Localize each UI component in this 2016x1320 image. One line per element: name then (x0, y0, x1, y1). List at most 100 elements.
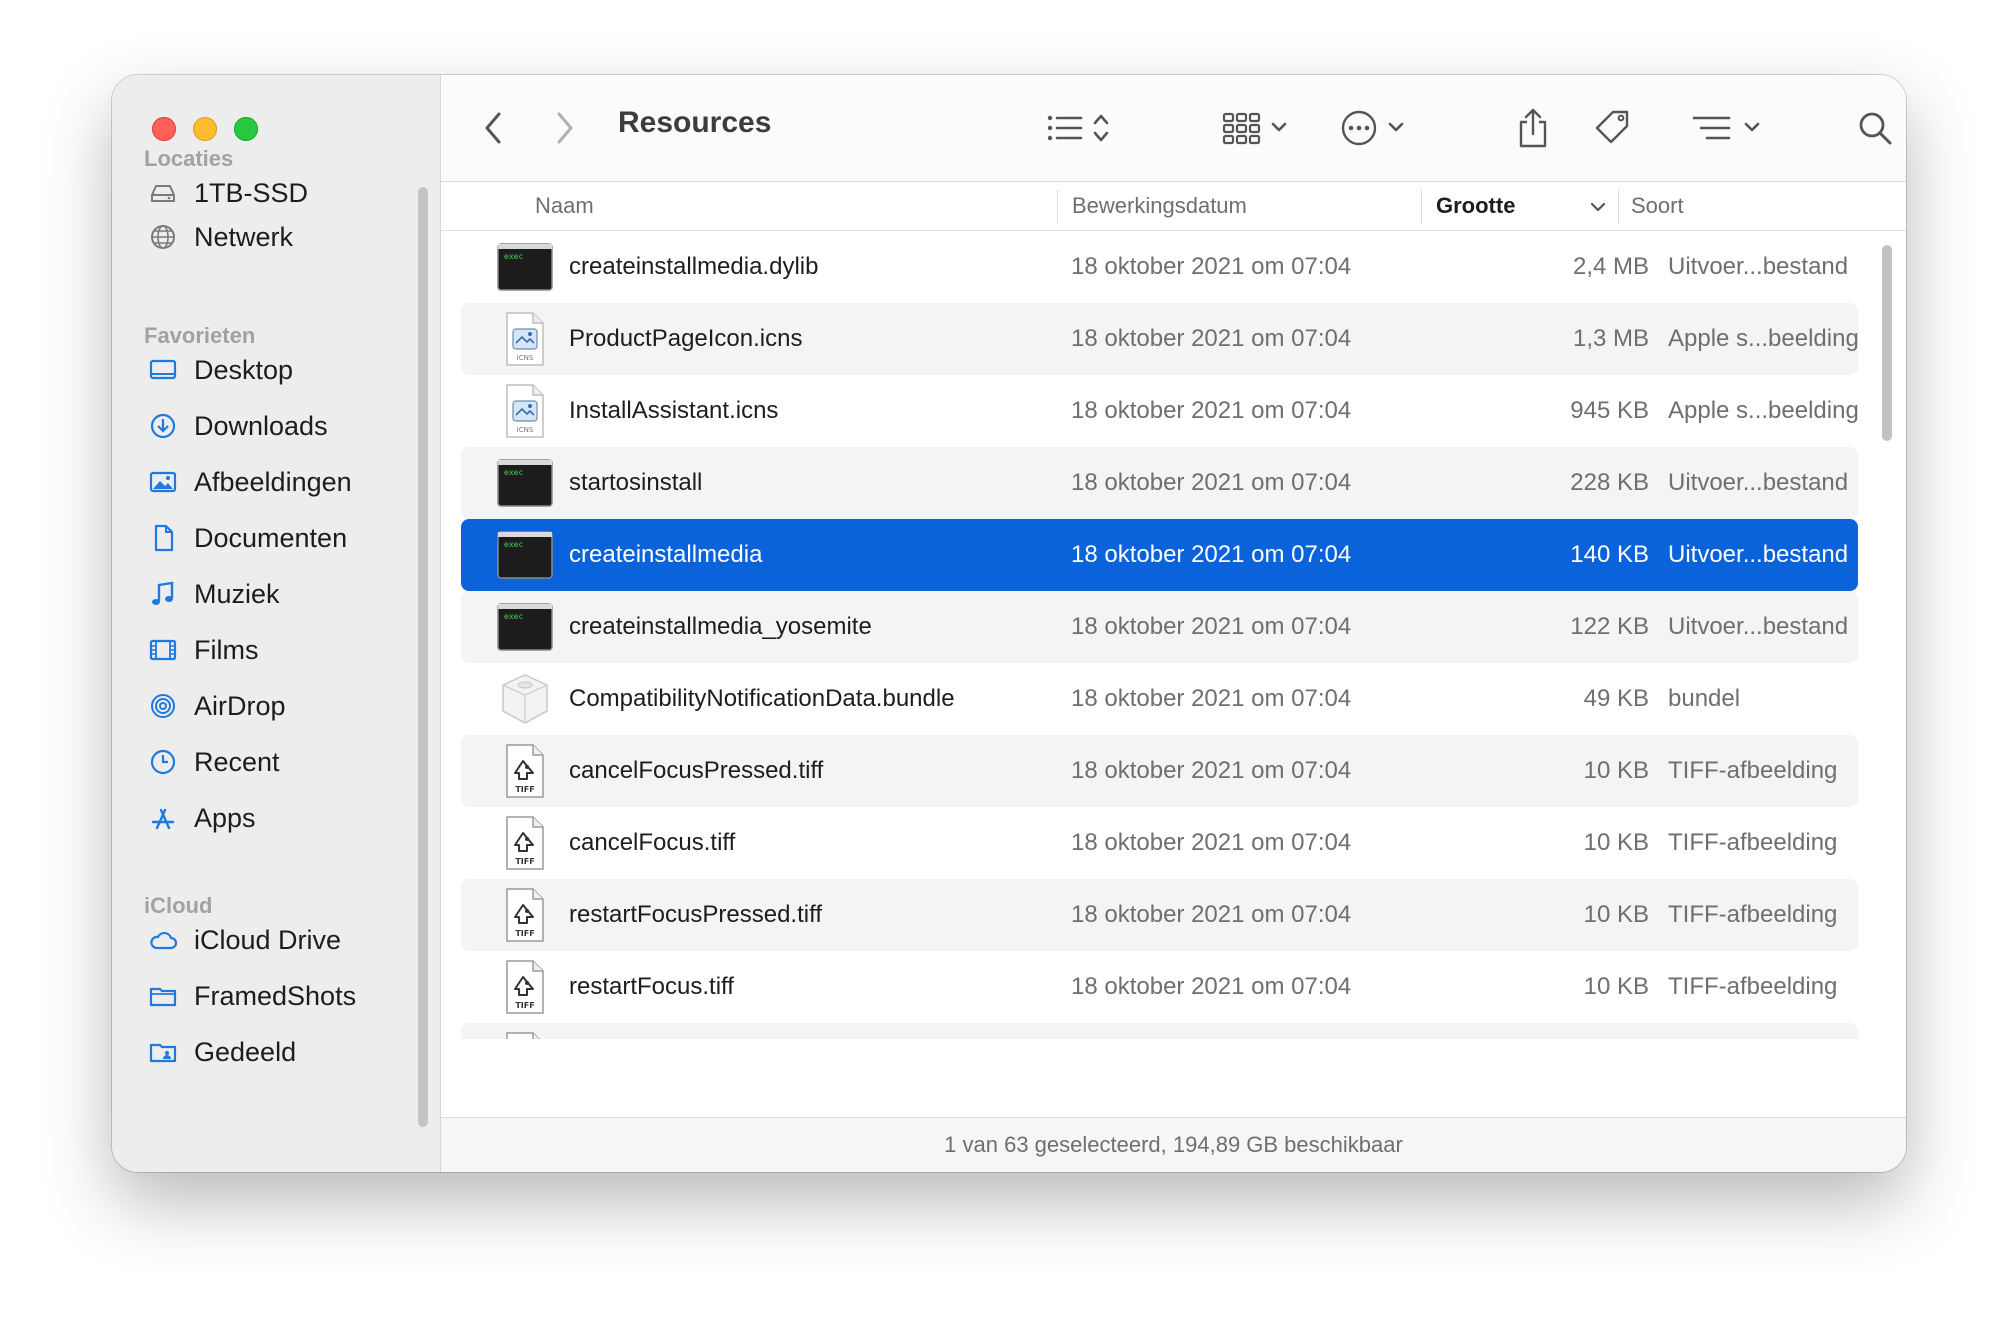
file-size: 140 KB (1570, 541, 1649, 568)
sidebar-item-label: Recent (194, 746, 280, 777)
terminal-exec-icon: exec (497, 599, 553, 655)
back-button[interactable] (481, 103, 507, 153)
tiff-file-icon: TIFF (497, 743, 553, 799)
sidebar-item-framedshots[interactable]: FramedShots (148, 974, 356, 1018)
file-row[interactable]: CompatibilityNotificationData.bundle 18 o… (461, 663, 1858, 735)
file-list-scrollbar[interactable] (1882, 245, 1892, 441)
sidebar-item-documenten[interactable]: Documenten (148, 516, 347, 560)
photo-icon (148, 467, 178, 497)
share-icon (1519, 108, 1547, 148)
column-separator[interactable] (1057, 190, 1058, 224)
sidebar-item-netwerk[interactable]: Netwerk (148, 215, 293, 259)
sidebar-section-favorieten: Favorieten (144, 323, 256, 348)
sidebar-item-muziek[interactable]: Muziek (148, 572, 280, 616)
exec-label: exec (504, 468, 523, 477)
globe-icon (148, 222, 178, 252)
file-row[interactable]: exec createinstallmedia.dylib 18 oktober 2… (461, 231, 1858, 303)
terminal-exec-icon: exec (497, 527, 553, 583)
sidebar-item-films[interactable]: Films (148, 628, 258, 672)
column-separator[interactable] (1421, 190, 1422, 224)
file-name: InstallAssistant.icns (569, 397, 779, 424)
chevron-down-icon (1388, 122, 1404, 132)
tag-button[interactable] (1591, 103, 1635, 153)
sidebar-item-afbeeldingen[interactable]: Afbeeldingen (148, 460, 352, 504)
sidebar-item-airdrop[interactable]: AirDrop (148, 684, 286, 728)
file-row[interactable]: ICNS ProductPageIcon.icns 18 oktober 2021 … (461, 303, 1859, 375)
sidebar-item-gedeeld[interactable]: Gedeeld (148, 1030, 296, 1074)
sidebar-item-icloud-drive[interactable]: iCloud Drive (148, 918, 341, 962)
file-kind: TIFF-afbeelding (1668, 901, 1838, 928)
toolbar: Resources (441, 75, 1906, 182)
file-kind: TIFF-afbeelding (1668, 973, 1838, 1000)
action-menu-button[interactable] (1339, 103, 1407, 153)
file-row[interactable]: ICNS InstallAssistant.icns 18 oktober 2021… (461, 375, 1859, 447)
apps-icon (148, 803, 178, 833)
chevron-down-icon (1271, 122, 1287, 132)
icns-label: ICNS (517, 426, 534, 434)
tiff-label: TIFF (515, 1001, 534, 1010)
sidebar-item-downloads[interactable]: Downloads (148, 404, 328, 448)
file-kind: bundel (1668, 685, 1741, 712)
zoom-button[interactable] (234, 117, 258, 141)
file-date: 18 oktober 2021 om 07:04 (1071, 325, 1352, 352)
download-icon (148, 411, 178, 441)
music-icon (148, 579, 178, 609)
sidebar-item-label: 1TB-SSD (194, 177, 309, 208)
tiff-file-icon: TIFF (497, 887, 553, 943)
sidebar-item-label: Films (194, 634, 259, 665)
group-button[interactable] (1222, 103, 1290, 153)
sidebar-item-label: iCloud Drive (194, 924, 342, 955)
chevron-left-icon (485, 112, 501, 144)
file-date: 18 oktober 2021 om 07:04 (1071, 469, 1352, 496)
sidebar-item-1tb-ssd[interactable]: 1TB-SSD (148, 171, 308, 215)
minimize-button[interactable] (193, 117, 217, 141)
file-name: createinstallmedia.dylib (569, 253, 819, 280)
sort-options-button[interactable] (1691, 103, 1763, 153)
file-row[interactable]: exec createinstallmedia_yosemite 18 oktobe… (461, 591, 1858, 663)
tiff-label: TIFF (515, 929, 534, 938)
file-size: 1,3 MB (1572, 325, 1649, 352)
file-kind: Apple s...beelding (1668, 397, 1859, 424)
file-row[interactable]: TIFF cancelFocusPressed.tiff 18 oktober 20… (461, 735, 1858, 807)
share-button[interactable] (1515, 103, 1551, 153)
column-name[interactable]: Naam (535, 182, 594, 230)
file-row[interactable]: TIFF restartFocus.tiff 18 oktober 2021 om … (461, 951, 1858, 1023)
close-button[interactable] (152, 117, 176, 141)
finder-window: Locaties 1TB-SSD Netwerk Favorieten Desk… (112, 75, 1906, 1172)
file-kind: TIFF-afbeelding (1668, 1023, 1837, 1039)
sort-list-icon (1692, 116, 1731, 140)
file-row[interactable]: exec createinstallmedia 18 oktober 2021 om… (461, 519, 1858, 591)
airdrop-icon (148, 691, 178, 721)
view-mode-button[interactable] (1045, 103, 1111, 153)
sidebar-item-desktop[interactable]: Desktop (148, 348, 293, 392)
file-kind: Uitvoer...bestand (1668, 541, 1849, 568)
forward-button[interactable] (551, 103, 577, 153)
sort-descending-icon[interactable] (1587, 196, 1609, 218)
file-row[interactable]: exec startosinstall 18 oktober 2021 om 07:… (461, 447, 1858, 519)
column-separator[interactable] (1618, 190, 1619, 224)
file-row[interactable]: TIFF moreInfoFocusPressed.tiff 18 oktober … (461, 1023, 1858, 1039)
column-date[interactable]: Bewerkingsdatum (1072, 182, 1247, 230)
file-size: 2,4 MB (1572, 253, 1649, 280)
file-size: 122 KB (1570, 613, 1649, 640)
sidebar-item-label: Downloads (194, 410, 328, 441)
window-controls (152, 117, 258, 141)
file-row[interactable]: TIFF cancelFocus.tiff 18 oktober 2021 om 0… (461, 807, 1858, 879)
column-size[interactable]: Grootte (1436, 182, 1515, 230)
file-name: createinstallmedia (569, 541, 763, 568)
file-name: restartFocusPressed.tiff (569, 901, 822, 928)
file-row[interactable]: TIFF restartFocusPressed.tiff 18 oktober 2… (461, 879, 1858, 951)
file-name: createinstallmedia_yosemite (569, 613, 872, 640)
file-name: cancelFocus.tiff (569, 829, 736, 856)
file-date: 18 oktober 2021 om 07:04 (1071, 829, 1352, 856)
sidebar-scrollbar[interactable] (418, 187, 428, 1127)
search-button[interactable] (1855, 103, 1895, 153)
grid-icon (1222, 112, 1261, 145)
file-date: 18 oktober 2021 om 07:04 (1071, 757, 1352, 784)
sidebar-item-apps[interactable]: Apps (148, 796, 256, 840)
document-icon (148, 523, 178, 553)
file-size: 945 KB (1570, 397, 1649, 424)
column-kind[interactable]: Soort (1631, 182, 1684, 230)
sidebar-item-recent[interactable]: Recent (148, 740, 280, 784)
tiff-label: TIFF (515, 857, 534, 866)
